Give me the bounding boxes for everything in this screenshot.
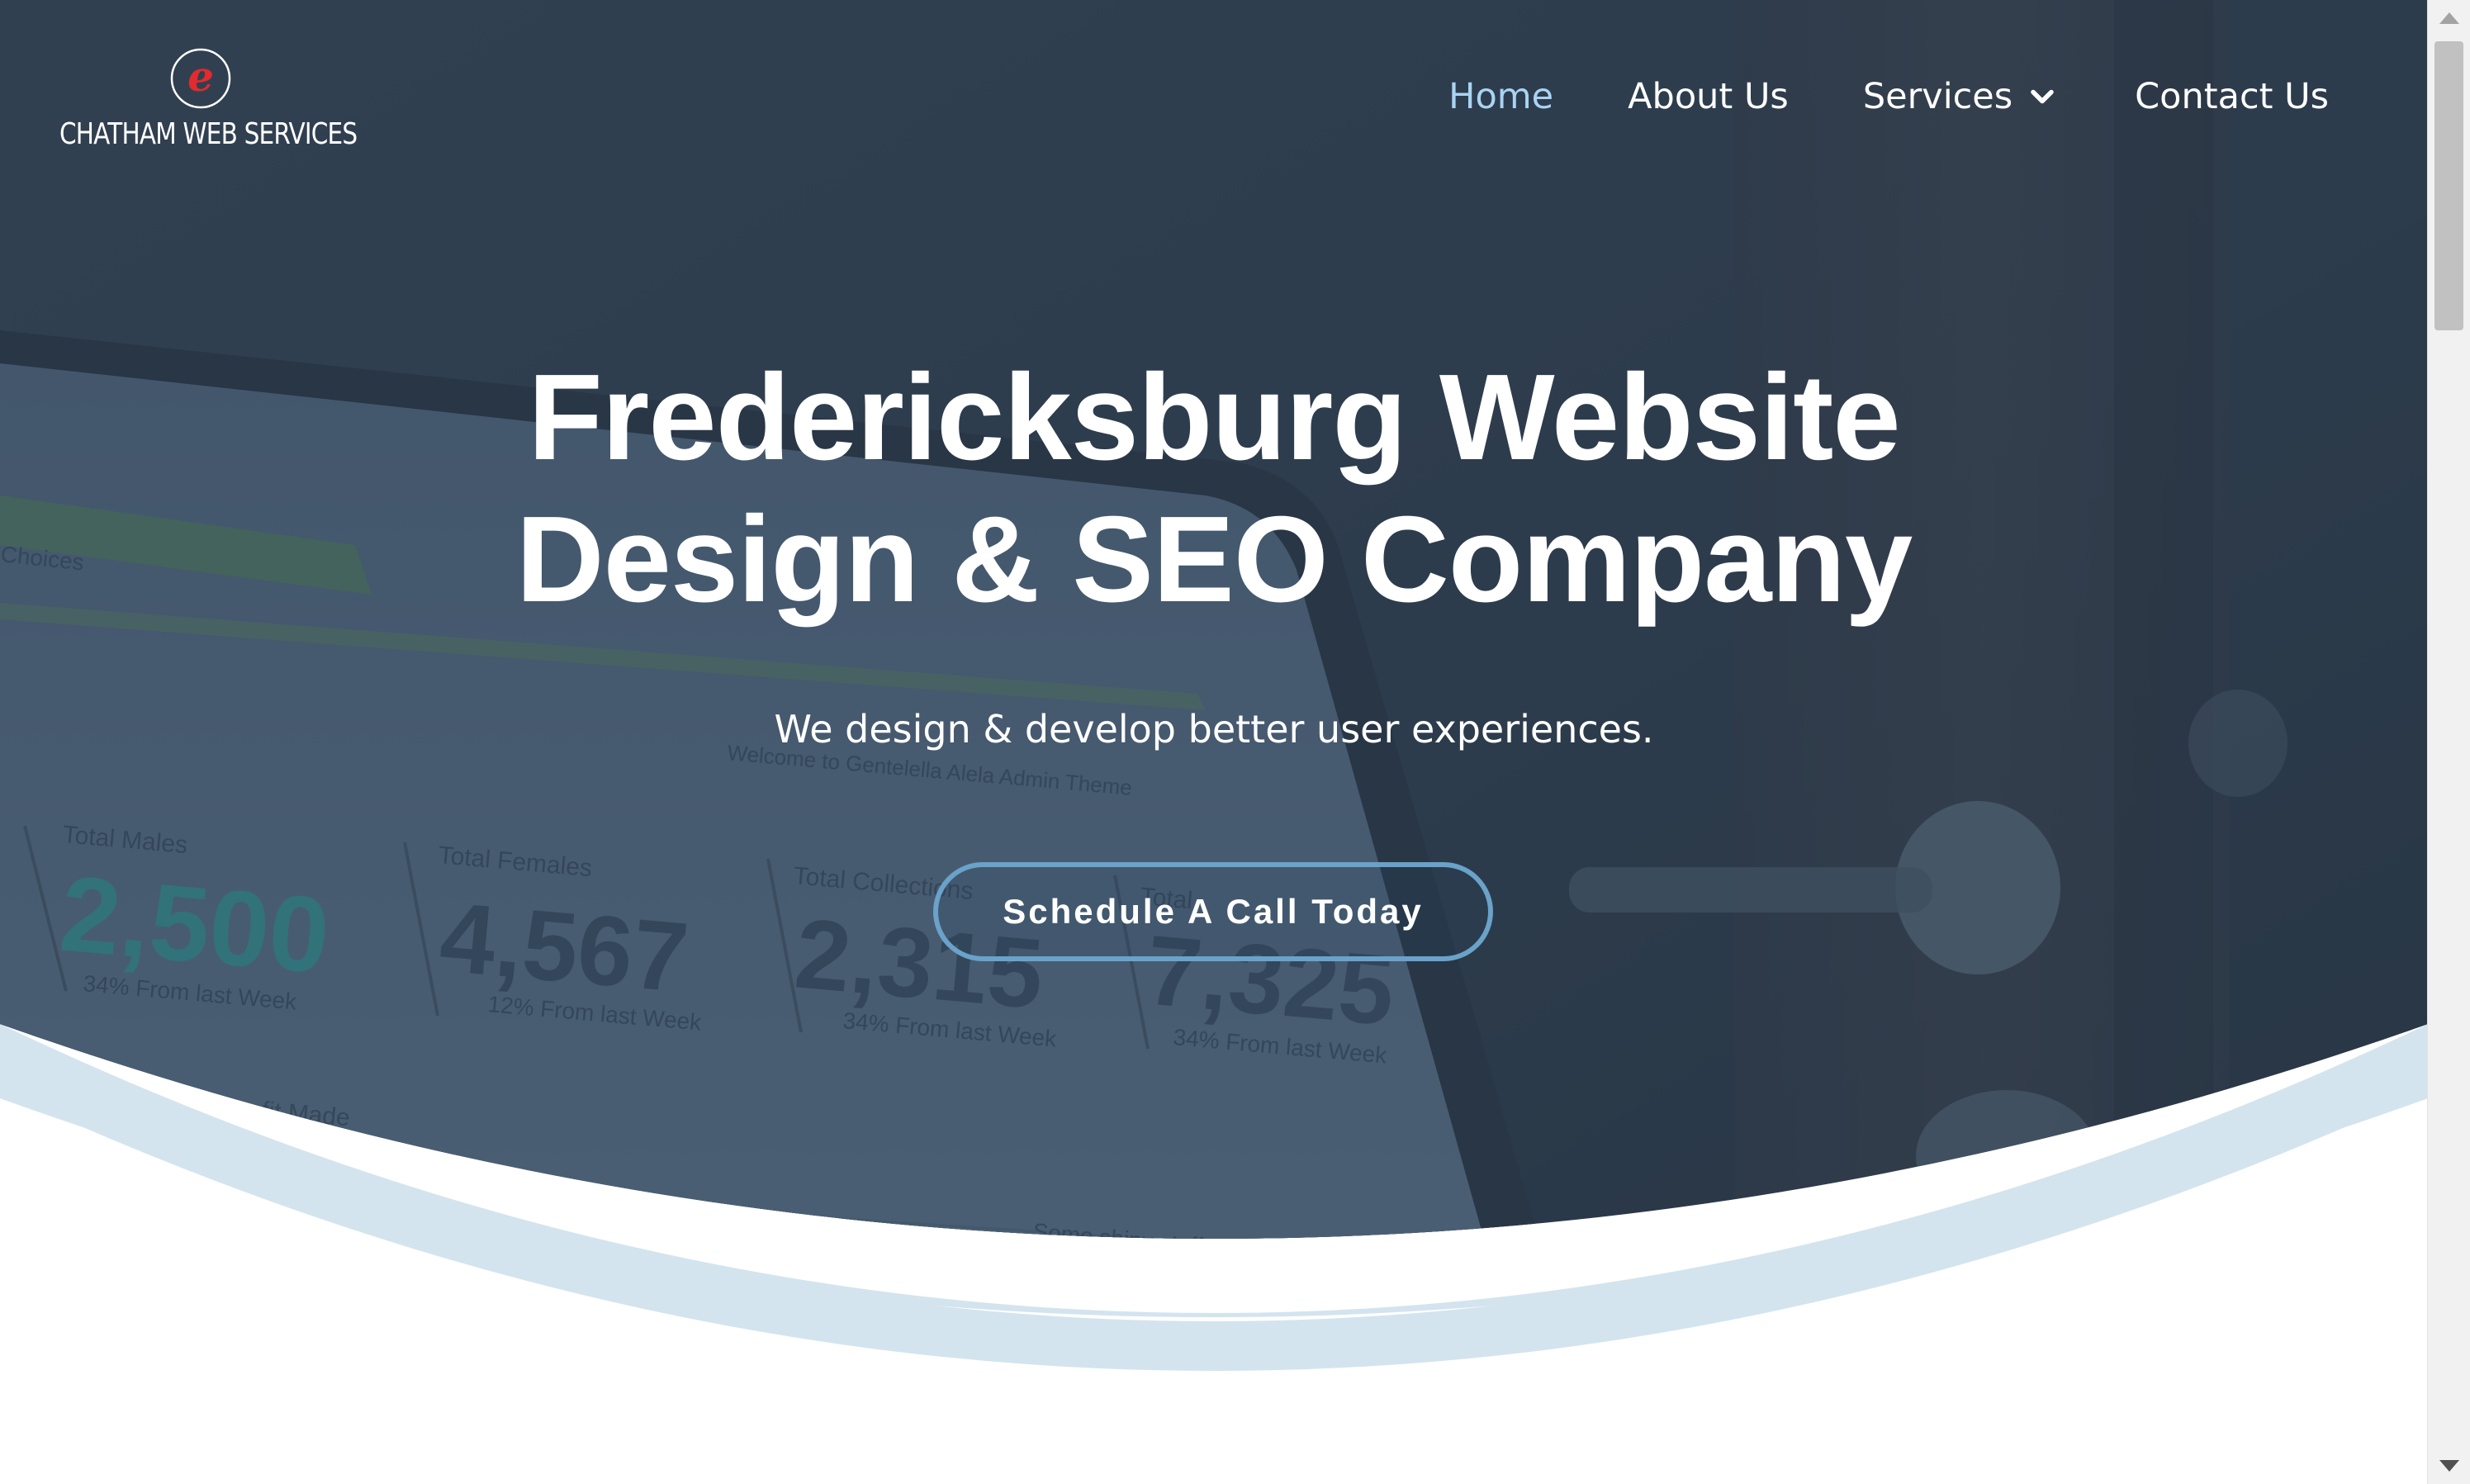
scrollbar-thumb[interactable]: [2434, 41, 2463, 330]
logo-text: CHATHAM WEB SERVICES: [59, 117, 358, 151]
nav-services[interactable]: Services: [1863, 76, 2060, 117]
nav-about-us[interactable]: About Us: [1628, 76, 1789, 117]
hero-subtitle: We design & develop better user experien…: [774, 707, 1654, 751]
nav-home[interactable]: Home: [1448, 76, 1553, 117]
site-logo[interactable]: e CHATHAM WEB SERVICES: [59, 46, 358, 162]
chevron-down-icon: [2031, 89, 2054, 104]
schedule-call-button[interactable]: Schedule A Call Today: [933, 862, 1493, 961]
hero-title-line-2: Design & SEO Company: [515, 491, 1913, 628]
page: Choices Welcome to Gentelella Alela Admi…: [0, 0, 2428, 1484]
nav-contact-us[interactable]: Contact Us: [2135, 76, 2329, 117]
hero-title-line-1: Fredericksburg Website: [528, 349, 1900, 486]
hero-title: Fredericksburg Website Design & SEO Comp…: [0, 347, 2428, 631]
vertical-scrollbar[interactable]: [2427, 0, 2470, 1484]
logo-mark-icon: e: [170, 48, 231, 109]
svg-text:e: e: [187, 52, 214, 101]
main-nav: Home About Us Services Contact Us: [1448, 76, 2329, 117]
nav-services-label: Services: [1862, 76, 2013, 117]
scroll-down-arrow-icon[interactable]: [2428, 1448, 2470, 1484]
scroll-up-arrow-icon[interactable]: [2428, 0, 2470, 36]
